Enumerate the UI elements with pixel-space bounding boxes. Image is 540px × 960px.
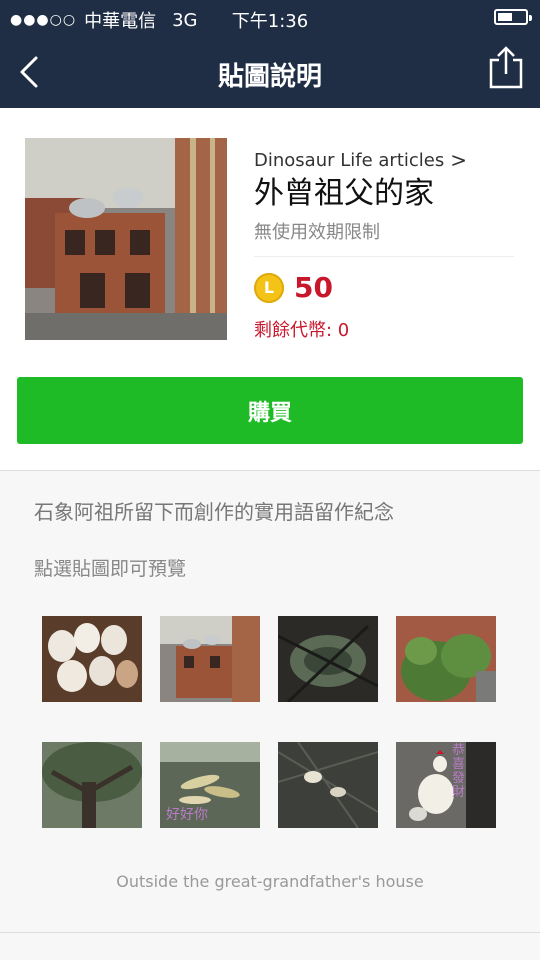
share-button[interactable] [488,46,524,90]
author-name: Dinosaur Life articles [254,149,445,171]
bottom-divider [0,932,540,933]
status-bar: ●●●○○ 中華電信 3G 下午1:36 [0,0,540,36]
price-value: 50 [294,271,333,304]
divider [0,470,540,471]
remaining-coins: 剩餘代幣: 0 [254,320,350,341]
sticker-rooster[interactable]: 恭喜發財 [396,742,496,828]
nest-image [278,616,378,702]
sticker-eggs[interactable] [42,616,142,702]
price-row: L 50 [254,271,524,304]
rooster-image [396,742,496,828]
chevron-right-icon: > [450,148,467,172]
sticker-stove[interactable] [160,616,260,702]
page-title: 貼圖說明 [217,62,322,92]
sticker-title: 外曾祖父的家 [254,176,434,211]
preview-hint: 點選貼圖即可預覽 [34,558,187,580]
sticker-nest[interactable] [278,616,378,702]
sticker-grid: 好好你 恭喜發財 [42,616,502,828]
sticker-description: 石象阿祖所留下而創作的實用語留作紀念 [34,500,394,524]
validity-text: 無使用效期限制 [254,218,514,257]
coin-icon: L [254,272,284,303]
sticker-main-image [25,138,227,340]
share-icon [489,46,523,89]
eggs-image [42,616,142,702]
author-link[interactable]: Dinosaur Life articles > [254,148,524,172]
sticker-tree[interactable] [42,742,142,828]
sticker-label: 好好你 [166,807,208,823]
stove-thumb-image [160,616,260,702]
sticker-birds[interactable] [278,742,378,828]
sticker-label: 恭喜發財 [452,743,466,800]
sticker-fish[interactable]: 好好你 [160,742,260,828]
buy-button[interactable]: 購買 [17,377,523,444]
birds-image [278,742,378,828]
footer-note: Outside the great-grandfather's house [116,872,424,891]
nav-bar: 貼圖說明 [0,36,540,108]
sticker-plant[interactable] [396,616,496,702]
product-section: Dinosaur Life articles > 外曾祖父的家 無使用效期限制 … [0,108,540,470]
tree-image [42,742,142,828]
battery-icon [494,9,532,25]
product-info: Dinosaur Life articles > 外曾祖父的家 無使用效期限制 … [254,148,524,342]
status-time: 下午1:36 [231,11,309,32]
stove-image [25,138,227,340]
plant-image [396,616,496,702]
